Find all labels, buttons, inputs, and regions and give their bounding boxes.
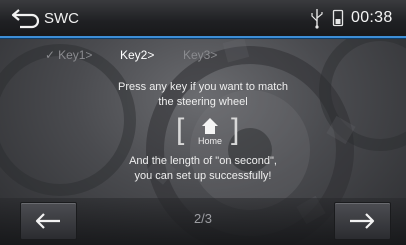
tab-key3-label: Key3> <box>183 48 218 62</box>
usb-icon <box>310 7 324 29</box>
instruction-line-2: the steering wheel <box>158 96 248 108</box>
tab-key2[interactable]: Key2> <box>120 48 154 62</box>
arrow-right-icon <box>350 213 375 229</box>
instruction-line-3: And the length of "on second", <box>129 155 277 167</box>
key-label: Home <box>197 136 222 146</box>
instruction-line-4: you can set up successfully! <box>134 170 272 182</box>
bracket-right: ] <box>231 113 240 146</box>
home-icon <box>199 117 221 135</box>
back-arrow-icon <box>11 9 40 29</box>
bracket-left: [ <box>176 113 185 146</box>
tab-key2-label: Key2> <box>120 48 155 62</box>
clock: 00:38 <box>351 9 393 26</box>
back-button[interactable] <box>10 6 42 30</box>
page-title: SWC <box>44 10 79 27</box>
phone-battery-icon <box>332 9 344 27</box>
tab-key1-label: Key1> <box>58 48 93 62</box>
tab-key1[interactable]: ✓ Key1> <box>45 48 92 62</box>
next-button[interactable] <box>334 202 391 240</box>
check-icon: ✓ <box>45 48 56 62</box>
title-bar: SWC 00:38 <box>0 0 406 38</box>
key-steps: ✓ Key1> Key2> Key3> <box>0 48 406 68</box>
instruction-line-1: Press any key if you want to match <box>118 81 288 93</box>
tab-key3[interactable]: Key3> <box>183 48 217 62</box>
